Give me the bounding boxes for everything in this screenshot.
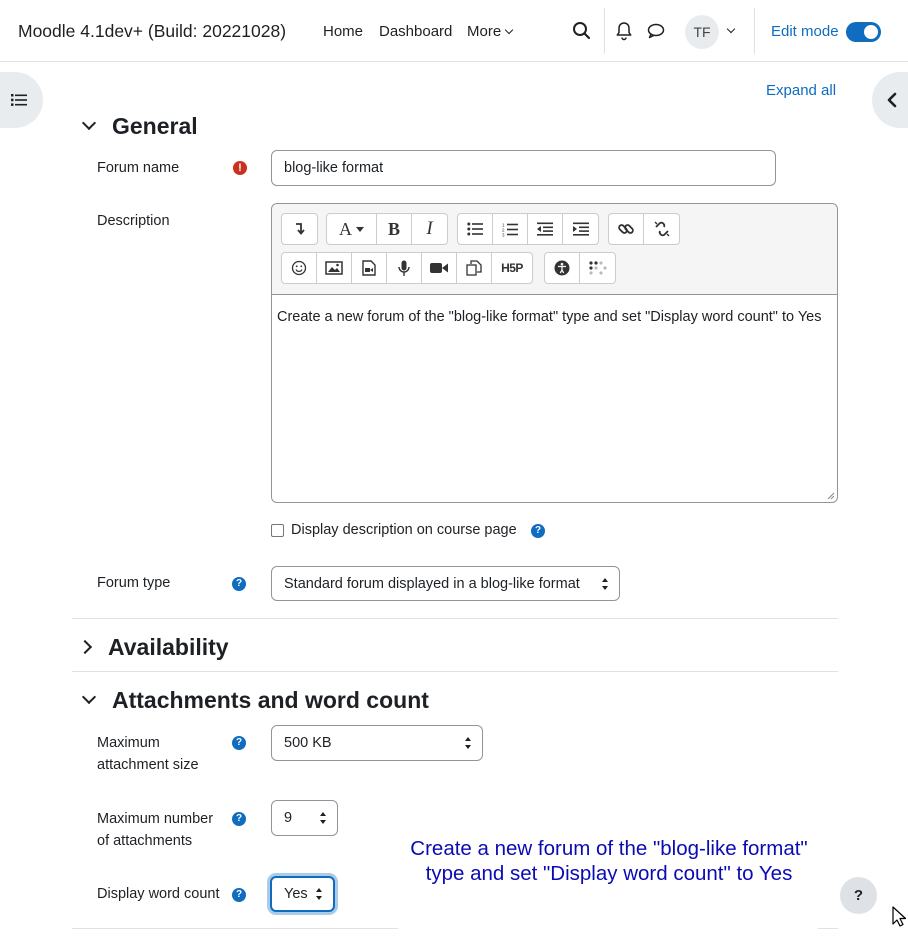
section-divider <box>818 928 838 929</box>
max-attachment-size-label: Maximum attachment size <box>97 735 199 773</box>
h5p-icon[interactable]: H5P <box>492 253 532 283</box>
toolbar-group: A B I <box>326 213 448 245</box>
navbar-divider <box>754 8 755 54</box>
search-icon[interactable] <box>571 20 593 42</box>
forum-type-value: Standard forum displayed in a blog-like … <box>284 575 580 592</box>
show-more-icon[interactable] <box>282 214 317 244</box>
accessibility-checker-icon[interactable] <box>545 253 580 283</box>
edit-mode-toggle[interactable] <box>846 22 881 42</box>
forum-type-label: Forum type <box>97 575 171 591</box>
nav-more-menu[interactable]: More <box>467 23 514 40</box>
description-editor[interactable]: A B I 123 H5P Create a new forum of the … <box>271 203 838 503</box>
section-divider <box>72 618 838 619</box>
svg-text:3: 3 <box>502 232 505 237</box>
site-brand[interactable]: Moodle 4.1dev+ (Build: 20221028) <box>18 21 286 42</box>
section-divider <box>72 928 398 929</box>
help-icon[interactable]: ? <box>531 524 545 538</box>
mouse-cursor-icon <box>892 906 906 927</box>
block-drawer-button[interactable] <box>872 72 908 128</box>
max-attachments-select[interactable]: 9 <box>271 800 338 836</box>
forum-name-input[interactable]: blog-like format <box>271 150 776 186</box>
help-icon[interactable]: ? <box>232 736 246 750</box>
forum-name-label: Forum name <box>97 160 180 176</box>
media-icon[interactable] <box>352 253 387 283</box>
chevron-right-icon <box>77 639 93 655</box>
section-divider <box>72 671 838 672</box>
description-text[interactable]: Create a new forum of the "blog-like for… <box>277 306 827 328</box>
user-menu-chevron-icon[interactable] <box>726 24 736 34</box>
chevron-down-icon <box>81 689 97 705</box>
notifications-bell-icon[interactable] <box>613 20 635 42</box>
messages-icon[interactable] <box>645 20 667 42</box>
required-icon: ! <box>233 161 247 175</box>
toggle-knob <box>864 25 878 39</box>
display-word-count-value: Yes <box>284 886 308 902</box>
italic-icon[interactable]: I <box>412 214 447 244</box>
font-color-icon[interactable]: A <box>327 214 377 244</box>
max-attachment-size-value: 500 KB <box>284 735 332 751</box>
manage-files-icon[interactable] <box>457 253 492 283</box>
attachments-section-header[interactable]: Attachments and word count <box>80 684 429 716</box>
availability-section-header[interactable]: Availability <box>77 631 229 663</box>
nav-home-link[interactable]: Home <box>323 23 363 40</box>
edit-mode-label: Edit mode <box>771 23 839 40</box>
nav-more-label: More <box>467 23 502 40</box>
list-icon <box>11 94 27 106</box>
user-avatar[interactable]: TF <box>685 15 719 49</box>
record-audio-icon[interactable] <box>387 253 422 283</box>
toolbar-group <box>608 213 680 245</box>
image-icon[interactable] <box>317 253 352 283</box>
unlink-icon[interactable] <box>644 214 679 244</box>
chevron-down-icon <box>81 115 97 131</box>
help-icon[interactable]: ? <box>232 888 246 902</box>
general-section-header[interactable]: General <box>80 110 198 142</box>
display-word-count-label: Display word count <box>97 886 220 902</box>
expand-all-link[interactable]: Expand all <box>766 82 836 99</box>
link-icon[interactable] <box>609 214 644 244</box>
course-index-drawer-button[interactable] <box>0 72 43 128</box>
toolbar-group: H5P <box>281 252 533 284</box>
toolbar-group <box>544 252 616 284</box>
editor-toolbar: A B I 123 H5P <box>272 204 837 295</box>
help-floating-button[interactable]: ? <box>840 877 877 914</box>
chevron-down-icon <box>504 25 514 35</box>
attachments-section-title: Attachments and word count <box>112 686 429 713</box>
select-arrows-icon <box>320 812 327 824</box>
navbar-divider <box>604 8 605 54</box>
ordered-list-icon[interactable]: 123 <box>493 214 528 244</box>
display-description-checkbox[interactable] <box>271 524 284 537</box>
availability-section-title: Availability <box>108 633 229 660</box>
max-attachments-value: 9 <box>284 810 293 826</box>
description-label: Description <box>97 213 170 229</box>
toolbar-group <box>281 213 318 245</box>
select-arrows-icon <box>316 888 323 900</box>
record-video-icon[interactable] <box>422 253 457 283</box>
screenreader-helper-icon[interactable] <box>580 253 615 283</box>
emoji-icon[interactable] <box>282 253 317 283</box>
max-attachment-size-select[interactable]: 500 KB <box>271 725 483 761</box>
forum-name-value: blog-like format <box>284 160 384 176</box>
resize-handle-icon[interactable] <box>827 492 835 500</box>
max-attachments-label: Maximum number of attachments <box>97 811 214 849</box>
bold-icon[interactable]: B <box>377 214 412 244</box>
display-description-label: Display description on course page <box>291 522 517 538</box>
forum-type-select[interactable]: Standard forum displayed in a blog-like … <box>271 566 620 601</box>
task-instruction-overlay: Create a new forum of the "blog-like for… <box>410 837 808 885</box>
help-icon[interactable]: ? <box>232 577 246 591</box>
top-navbar: Moodle 4.1dev+ (Build: 20221028) Home Da… <box>0 0 908 62</box>
select-arrows-icon <box>465 737 472 749</box>
nav-dashboard-link[interactable]: Dashboard <box>379 23 452 40</box>
display-word-count-select[interactable]: Yes <box>270 876 335 912</box>
unordered-list-icon[interactable] <box>458 214 493 244</box>
outdent-icon[interactable] <box>528 214 563 244</box>
indent-icon[interactable] <box>563 214 598 244</box>
general-section-title: General <box>112 112 198 139</box>
toolbar-group: 123 <box>457 213 599 245</box>
select-arrows-icon <box>602 577 609 590</box>
help-icon[interactable]: ? <box>232 812 246 826</box>
chevron-left-icon <box>887 92 897 108</box>
